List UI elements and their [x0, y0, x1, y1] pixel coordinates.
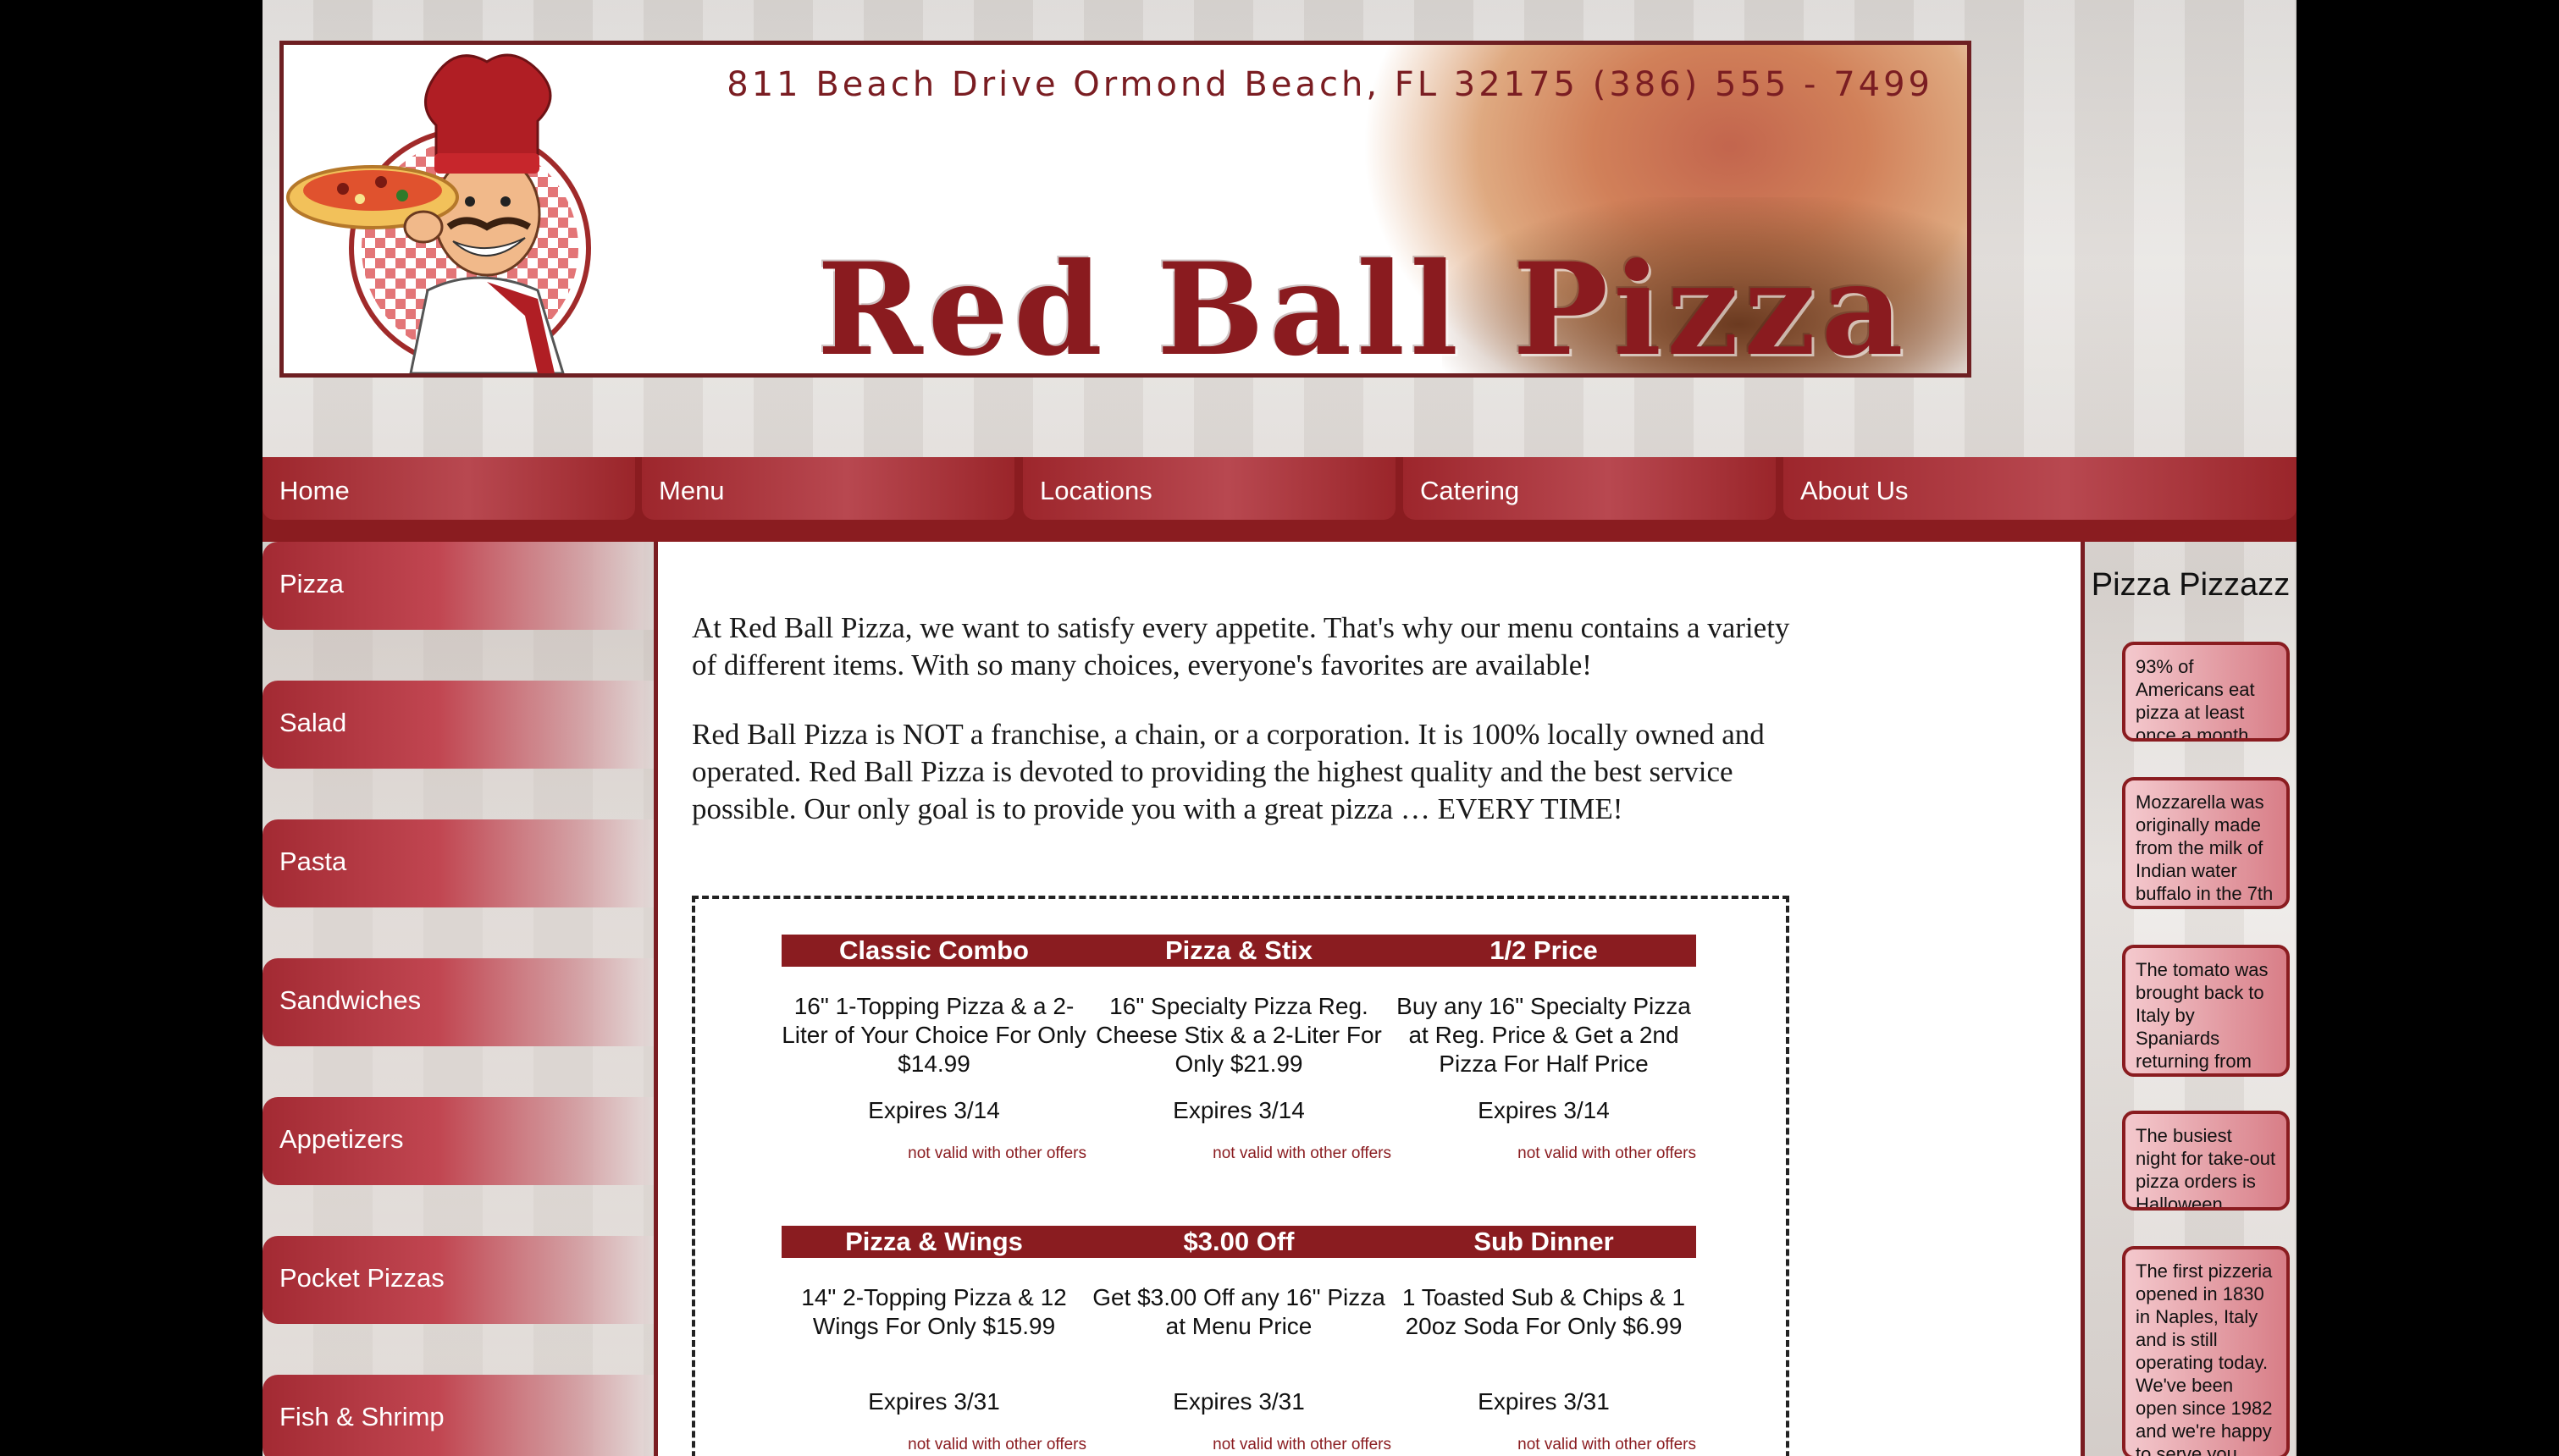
nav-catering[interactable]: Catering: [1403, 457, 1776, 520]
sidebar-item-appetizers[interactable]: Appetizers: [263, 1097, 654, 1185]
sidebar-item-pocket-pizzas[interactable]: Pocket Pizzas: [263, 1236, 654, 1324]
nav-about-us[interactable]: About Us: [1783, 457, 2296, 520]
coupon-expiry: Expires 3/14: [868, 1097, 1000, 1123]
coupon-title: 1/2 Price: [1391, 935, 1696, 967]
intro-paragraph-2: Red Ball Pizza is NOT a franchise, a cha…: [692, 718, 1765, 825]
fact-card: The tomato was brought back to Italy by …: [2122, 945, 2290, 1077]
main-content: At Red Ball Pizza, we want to satisfy ev…: [654, 542, 2085, 1456]
page: 811 Beach Drive Ormond Beach, FL 32175 (…: [263, 0, 2296, 1456]
coupon-note: not valid with other offers: [1213, 1436, 1391, 1453]
coupon-card[interactable]: Pizza & Wings 14" 2-Topping Pizza & 12 W…: [782, 1226, 1086, 1454]
coupon-description: 16" 1-Topping Pizza & a 2-Liter of Your …: [782, 993, 1086, 1077]
coupon-title: Pizza & Wings: [782, 1226, 1086, 1258]
coupon-card[interactable]: Classic Combo 16" 1-Topping Pizza & a 2-…: [782, 935, 1086, 1163]
coupons-box: Classic Combo 16" 1-Topping Pizza & a 2-…: [692, 896, 1789, 1456]
coupon-card[interactable]: Pizza & Stix 16" Specialty Pizza Reg. Ch…: [1086, 935, 1391, 1163]
coupon-description: 16" Specialty Pizza Reg. Cheese Stix & a…: [1096, 993, 1382, 1077]
category-sidebar: Pizza Salad Pasta Sandwiches Appetizers …: [263, 542, 654, 1456]
nav-home[interactable]: Home: [263, 457, 635, 520]
facts-title: Pizza Pizzazz: [2091, 567, 2291, 603]
intro-paragraph-1: At Red Ball Pizza, we want to satisfy ev…: [692, 611, 1790, 681]
nav-locations[interactable]: Locations: [1023, 457, 1396, 520]
facts-list: Pizza Pizzazz 93% of Americans eat pizza …: [2085, 542, 2296, 1456]
fact-card: The first pizzeria opened in 1830 in Nap…: [2122, 1246, 2290, 1456]
coupon-title: $3.00 Off: [1086, 1226, 1391, 1258]
coupon-expiry: Expires 3/31: [868, 1388, 1000, 1415]
coupon-title: Classic Combo: [782, 935, 1086, 967]
coupon-expiry: Expires 3/31: [1173, 1388, 1305, 1415]
coupon-note: not valid with other offers: [908, 1436, 1086, 1453]
coupon-card[interactable]: Sub Dinner 1 Toasted Sub & Chips & 1 20o…: [1391, 1226, 1696, 1454]
coupon-card[interactable]: $3.00 Off Get $3.00 Off any 16" Pizza at…: [1086, 1226, 1391, 1454]
coupon-description: 1 Toasted Sub & Chips & 1 20oz Soda For …: [1401, 1284, 1686, 1339]
fact-card: The busiest night for take-out pizza ord…: [2122, 1111, 2290, 1211]
address-phone: 811 Beach Drive Ormond Beach, FL 32175 (…: [727, 65, 1933, 104]
coupon-description: Get $3.00 Off any 16" Pizza at Menu Pric…: [1092, 1284, 1385, 1339]
sidebar-item-sandwiches[interactable]: Sandwiches: [263, 958, 654, 1046]
nav-menu[interactable]: Menu: [642, 457, 1014, 520]
coupon-description: 14" 2-Topping Pizza & 12 Wings For Only …: [801, 1284, 1067, 1339]
coupon-description: Buy any 16" Specialty Pizza at Reg. Pric…: [1396, 993, 1691, 1077]
coupon-card[interactable]: 1/2 Price Buy any 16" Specialty Pizza at…: [1391, 935, 1696, 1163]
fact-card: Mozzarella was originally made from the …: [2122, 777, 2290, 909]
header-banner[interactable]: 811 Beach Drive Ormond Beach, FL 32175 (…: [279, 41, 1971, 378]
sidebar-item-fish-shrimp[interactable]: Fish & Shrimp: [263, 1375, 654, 1456]
sidebar-item-pizza[interactable]: Pizza: [263, 542, 654, 630]
coupon-note: not valid with other offers: [908, 1144, 1086, 1162]
coupon-title: Sub Dinner: [1391, 1226, 1696, 1258]
top-nav: Home Menu Locations Catering About Us: [263, 457, 2296, 542]
sidebar-item-salad[interactable]: Salad: [263, 681, 654, 769]
coupon-expiry: Expires 3/31: [1478, 1388, 1610, 1415]
coupon-expiry: Expires 3/14: [1173, 1097, 1305, 1123]
coupon-expiry: Expires 3/14: [1478, 1097, 1610, 1123]
coupon-note: not valid with other offers: [1517, 1144, 1696, 1162]
fact-card: 93% of Americans eat pizza at least once…: [2122, 642, 2290, 742]
chef-logo-icon: [286, 53, 591, 373]
brand-title: Red Ball Pizza: [817, 235, 1909, 378]
sidebar-item-pasta[interactable]: Pasta: [263, 819, 654, 907]
coupon-note: not valid with other offers: [1213, 1144, 1391, 1162]
coupon-title: Pizza & Stix: [1086, 935, 1391, 967]
coupon-note: not valid with other offers: [1517, 1436, 1696, 1453]
